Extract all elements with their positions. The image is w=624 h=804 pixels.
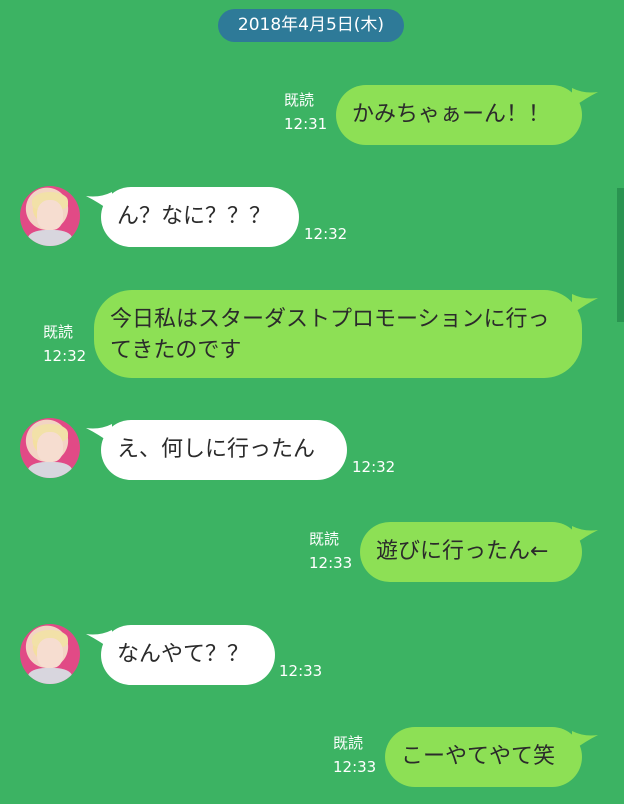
message-bubble-outgoing[interactable]: 今日私はスターダストプロモーションに行ってきたのです bbox=[94, 290, 582, 378]
message-bubble-outgoing[interactable]: こーやてやて笑 bbox=[385, 727, 582, 787]
message-bubble-outgoing[interactable]: かみちゃぁーん！！ bbox=[336, 85, 582, 145]
message-bubble-incoming[interactable]: なんやて？？ bbox=[101, 625, 275, 685]
message-meta: 既読 12:33 bbox=[333, 731, 376, 779]
avatar-body bbox=[28, 668, 72, 684]
timestamp: 12:33 bbox=[279, 662, 323, 680]
timestamp: 12:32 bbox=[43, 347, 87, 365]
avatar-body bbox=[28, 230, 72, 246]
bubble-tail bbox=[572, 88, 598, 110]
message-bubble-incoming[interactable]: ん？なに？？？ bbox=[101, 187, 299, 247]
timestamp: 12:32 bbox=[352, 458, 396, 476]
message-meta: 既読 12:31 bbox=[284, 88, 327, 136]
avatar-face bbox=[37, 638, 63, 668]
timestamp: 12:33 bbox=[309, 554, 353, 572]
scrollbar[interactable] bbox=[617, 188, 624, 322]
message-bubble-incoming[interactable]: え、何しに行ったん bbox=[101, 420, 347, 480]
read-receipt: 既読 bbox=[43, 323, 74, 341]
message-meta: 既読 12:33 bbox=[309, 527, 352, 575]
read-receipt: 既読 bbox=[309, 530, 340, 548]
timestamp: 12:32 bbox=[304, 225, 348, 243]
contact-avatar[interactable] bbox=[20, 624, 80, 684]
chat-area[interactable]: 2018年4月5日(木) 既読 12:31 かみちゃぁーん！！ ん？なに？？？ … bbox=[0, 0, 624, 804]
bubble-tail bbox=[572, 731, 598, 753]
message-meta: 既読 12:32 bbox=[43, 320, 86, 368]
read-receipt: 既読 bbox=[284, 91, 315, 109]
contact-avatar[interactable] bbox=[20, 186, 80, 246]
timestamp: 12:31 bbox=[284, 115, 328, 133]
avatar-body bbox=[28, 462, 72, 478]
bubble-tail bbox=[572, 526, 598, 548]
contact-avatar[interactable] bbox=[20, 418, 80, 478]
read-receipt: 既読 bbox=[333, 734, 364, 752]
avatar-face bbox=[37, 432, 63, 462]
bubble-tail bbox=[572, 294, 598, 316]
message-bubble-outgoing[interactable]: 遊びに行ったん← bbox=[360, 522, 582, 582]
timestamp: 12:33 bbox=[333, 758, 377, 776]
date-separator: 2018年4月5日(木) bbox=[218, 9, 404, 42]
avatar-face bbox=[37, 200, 63, 230]
